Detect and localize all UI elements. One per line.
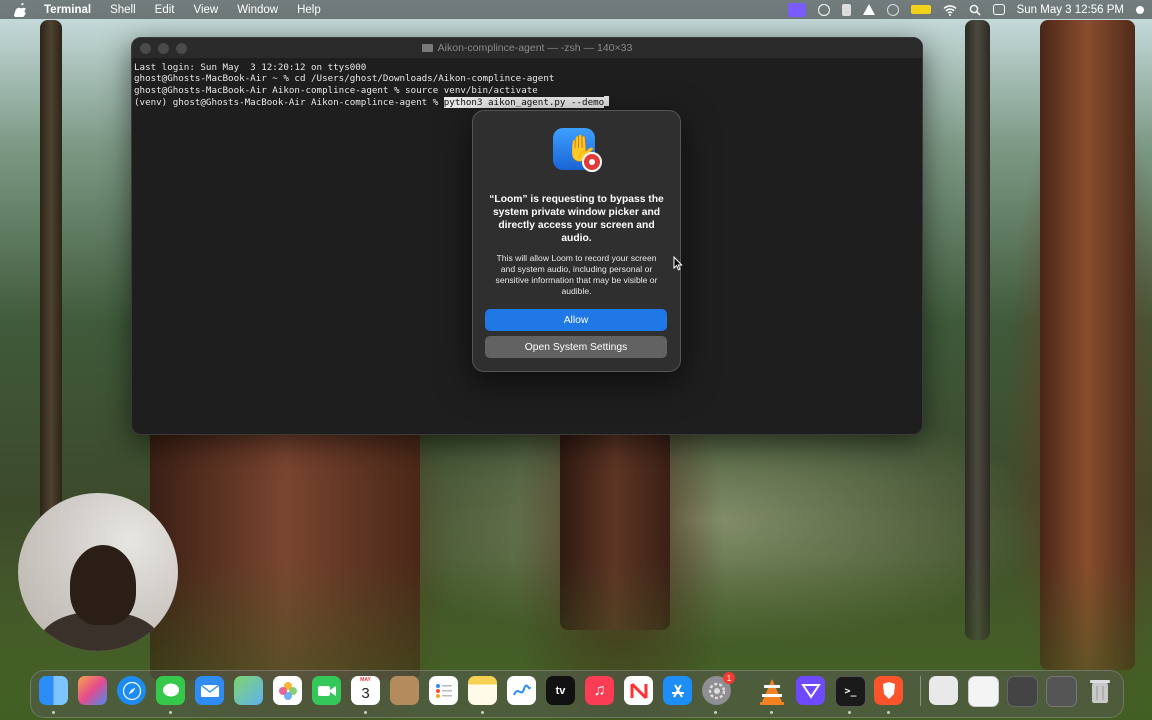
menu-window[interactable]: Window (237, 4, 278, 16)
system-settings-icon[interactable]: 1 (702, 672, 735, 705)
record-badge-icon (582, 152, 602, 172)
terminal-output[interactable]: Last login: Sun May 3 12:20:12 on ttys00… (132, 58, 922, 112)
messages-icon[interactable] (156, 676, 185, 705)
settings-notification-badge: 1 (723, 672, 735, 684)
vpn-status-icon[interactable] (886, 3, 899, 16)
terminal-titlebar[interactable]: Aikon-complince-agent — -zsh — 140×33 (132, 38, 922, 58)
calendar-icon[interactable]: MAY 3 (351, 676, 380, 705)
tv-label: tv (555, 684, 566, 697)
loom-status-icon[interactable] (817, 3, 830, 16)
terminal-icon[interactable]: >_ (835, 676, 866, 707)
vlc-icon[interactable] (757, 676, 786, 705)
permission-dialog: ✋ “Loom” is requesting to bypass the sys… (472, 110, 681, 372)
allow-button[interactable]: Allow (485, 309, 667, 331)
maps-icon[interactable] (234, 676, 263, 705)
app-store-icon[interactable] (663, 676, 692, 705)
music-icon[interactable]: ♫ (585, 676, 614, 705)
launchpad-icon[interactable] (78, 676, 107, 705)
zoom-button[interactable] (176, 43, 187, 54)
running-indicator (364, 711, 367, 714)
running-indicator (848, 711, 851, 714)
window-thumbnail-icon[interactable] (1046, 676, 1077, 707)
mail-icon[interactable] (195, 676, 224, 705)
webcam-person-head (70, 545, 136, 625)
running-indicator (770, 711, 773, 714)
news-icon[interactable] (624, 676, 653, 705)
contacts-icon[interactable] (390, 676, 419, 705)
selected-command[interactable]: python3 aikon_agent.py --demo (443, 96, 605, 108)
loom-webcam-bubble[interactable] (18, 493, 178, 651)
vlc-status-icon[interactable] (862, 4, 875, 15)
safari-icon[interactable] (117, 676, 146, 705)
trash-icon[interactable] (1085, 676, 1114, 705)
terminal-prompt-line: (venv) ghost@Ghosts-MacBook-Air Aikon-co… (134, 95, 920, 108)
mouse-pointer-icon (673, 256, 683, 271)
brave-icon[interactable] (874, 676, 903, 705)
control-center-icon[interactable] (992, 4, 1005, 15)
calendar-month: MAY (360, 677, 371, 683)
menu-shell[interactable]: Shell (110, 4, 136, 16)
running-indicator (714, 711, 717, 714)
reminders-icon[interactable] (429, 676, 458, 705)
calendar-day: 3 (361, 685, 370, 702)
finder-icon[interactable] (39, 676, 68, 705)
window-controls (140, 43, 187, 54)
preview-icon[interactable] (929, 676, 958, 705)
window-thumbnail-icon[interactable] (1007, 676, 1038, 707)
tree-trunk (40, 20, 62, 580)
terminal-prompt: (venv) ghost@Ghosts-MacBook-Air Aikon-co… (134, 96, 444, 108)
screen-recording-icon[interactable] (787, 2, 806, 17)
menu-clock[interactable]: Sun May 3 12:56 PM (1017, 4, 1124, 16)
running-indicator (169, 711, 172, 714)
facetime-icon[interactable] (312, 676, 341, 705)
close-button[interactable] (140, 43, 151, 54)
terminal-cursor (604, 95, 610, 106)
freeform-icon[interactable] (507, 676, 536, 705)
search-icon[interactable] (969, 4, 981, 16)
menu-help[interactable]: Help (297, 4, 321, 16)
terminal-line: Last login: Sun May 3 12:20:12 on ttys00… (134, 62, 367, 73)
photos-icon[interactable] (273, 676, 302, 705)
dock-separator (920, 676, 921, 706)
dialog-message: This will allow Loom to record your scre… (495, 253, 658, 296)
apple-icon[interactable] (14, 2, 28, 17)
menu-edit[interactable]: Edit (155, 4, 175, 16)
terminal-line: ghost@Ghosts-MacBook-Air ~ % cd /Users/g… (134, 73, 555, 85)
menu-view[interactable]: View (193, 4, 218, 16)
tree-trunk (965, 20, 990, 640)
terminal-line: ghost@Ghosts-MacBook-Air Aikon-complince… (134, 84, 538, 96)
folder-icon (421, 44, 433, 52)
running-indicator (887, 711, 890, 714)
document-icon[interactable] (968, 676, 999, 707)
proton-vpn-icon[interactable] (796, 676, 825, 705)
open-system-settings-button[interactable]: Open System Settings (485, 336, 667, 358)
terminal-title: Aikon-complince-agent — -zsh — 140×33 (437, 42, 633, 54)
running-indicator (52, 711, 55, 714)
wifi-icon[interactable] (943, 4, 957, 16)
minimize-button[interactable] (158, 43, 169, 54)
menu-app-name[interactable]: Terminal (44, 4, 91, 16)
dialog-title: “Loom” is requesting to bypass the syste… (489, 194, 664, 244)
battery-icon[interactable] (910, 5, 931, 14)
apple-tv-icon[interactable]: tv (546, 676, 575, 705)
clipboard-icon[interactable] (841, 3, 851, 16)
menu-bar: Terminal Shell Edit View Window Help Sun… (0, 0, 1152, 19)
running-indicator (481, 711, 484, 714)
siri-icon[interactable] (1136, 5, 1144, 14)
notes-icon[interactable] (468, 676, 497, 705)
